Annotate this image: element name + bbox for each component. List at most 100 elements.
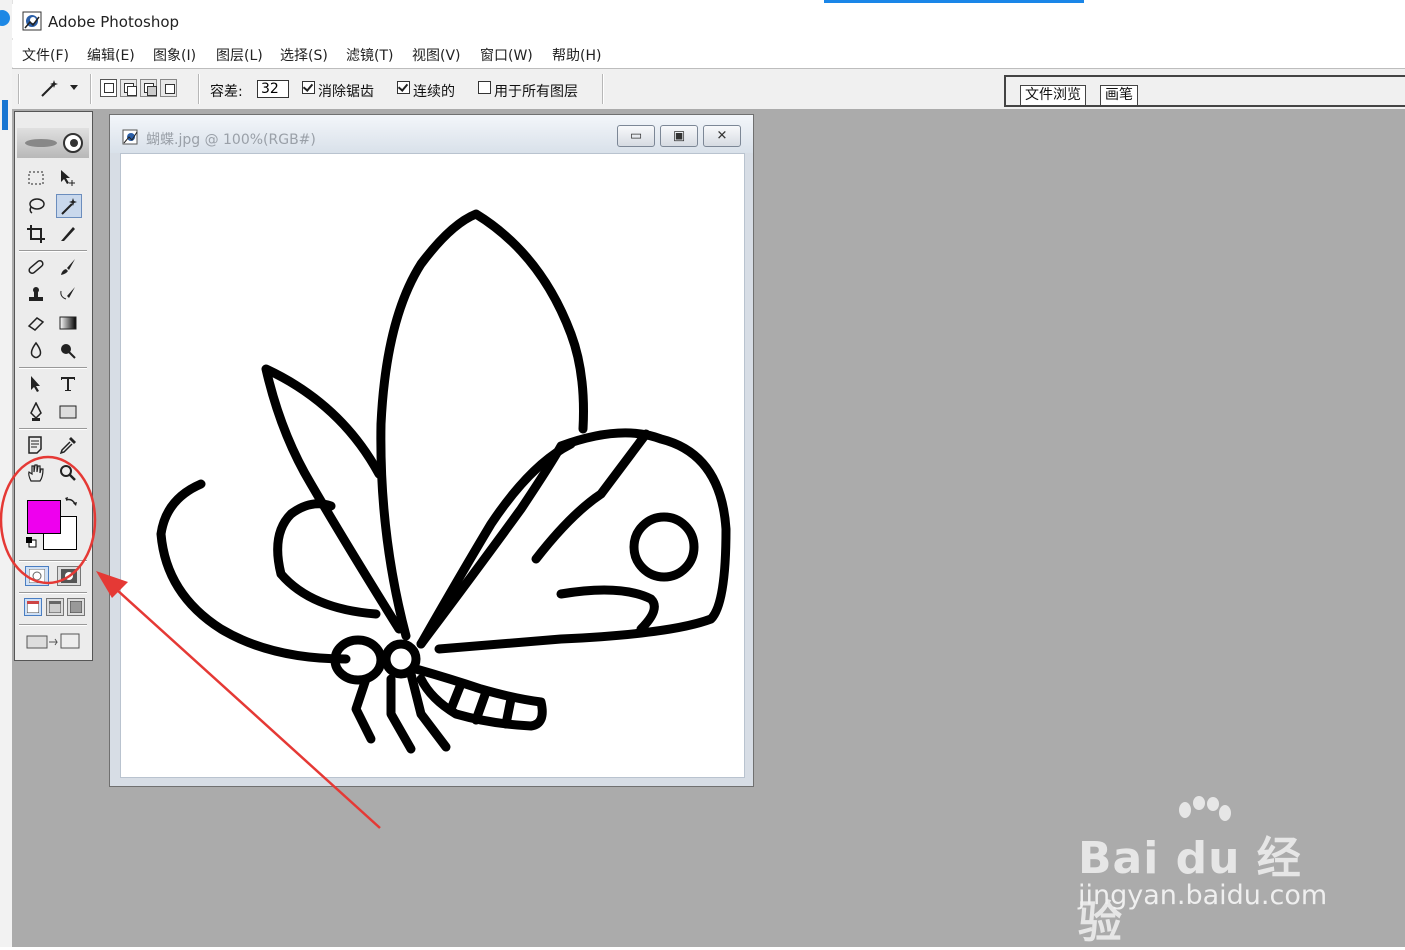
tool-notes[interactable] xyxy=(24,433,50,457)
menu-view[interactable]: 视图(V) xyxy=(412,45,461,65)
tool-eyedropper[interactable] xyxy=(56,433,82,457)
tool-zoom[interactable] xyxy=(56,461,82,485)
toolbox xyxy=(14,111,93,661)
crop-icon xyxy=(27,225,45,243)
document-title-bar[interactable]: 蝴蝶.jpg @ 100%(RGB#) ▭ ▣ ✕ xyxy=(110,115,753,153)
tab-file-browser[interactable]: 文件浏览 xyxy=(1020,85,1086,105)
tool-preset-magic-wand-icon[interactable] xyxy=(38,79,60,99)
contiguous-checkbox[interactable] xyxy=(397,81,410,94)
pen-icon xyxy=(30,402,42,421)
subtract-from-selection-button[interactable] xyxy=(140,79,157,97)
new-selection-button[interactable] xyxy=(100,79,117,97)
screen-mode-standard-button[interactable] xyxy=(24,598,42,616)
tool-dodge[interactable] xyxy=(56,339,82,363)
screen-mode-full-button[interactable] xyxy=(67,598,85,616)
tool-hand[interactable] xyxy=(24,461,50,485)
notes-icon xyxy=(28,436,42,454)
menu-filter[interactable]: 滤镜(T) xyxy=(346,45,393,65)
tool-slice[interactable] xyxy=(56,222,82,246)
toolbox-separator xyxy=(19,250,87,252)
antialias-checkbox[interactable] xyxy=(302,81,315,94)
document-window: 蝴蝶.jpg @ 100%(RGB#) ▭ ▣ ✕ xyxy=(109,114,754,787)
tab-brushes[interactable]: 画笔 xyxy=(1100,85,1138,105)
tool-healing-brush[interactable] xyxy=(24,255,50,279)
tool-move[interactable] xyxy=(56,166,82,190)
tool-brush[interactable] xyxy=(56,255,82,279)
marquee-icon xyxy=(28,171,44,185)
menu-window[interactable]: 窗口(W) xyxy=(480,45,533,65)
tolerance-input[interactable] xyxy=(257,80,289,98)
tool-pen[interactable] xyxy=(24,400,50,424)
image-canvas[interactable] xyxy=(120,153,745,778)
palette-well: 文件浏览 画笔 xyxy=(1004,70,1405,107)
tool-lasso[interactable] xyxy=(24,194,50,218)
intersect-selection-button[interactable] xyxy=(160,79,177,97)
all-layers-checkbox[interactable] xyxy=(478,81,491,94)
menu-help[interactable]: 帮助(H) xyxy=(552,45,601,65)
photoshop-app-icon xyxy=(22,11,42,31)
screen-full-icon xyxy=(70,601,82,613)
app-dock-icon xyxy=(0,10,10,26)
butterfly-drawing xyxy=(156,209,731,754)
close-button[interactable]: ✕ xyxy=(703,125,741,147)
tool-eraser[interactable] xyxy=(24,311,50,335)
all-layers-label: 用于所有图层 xyxy=(494,84,578,100)
maximize-button[interactable]: ▣ xyxy=(660,125,698,147)
toolbox-header[interactable] xyxy=(17,128,89,158)
tool-history-brush[interactable] xyxy=(56,283,82,307)
jump-to-imageready-icon[interactable] xyxy=(25,630,83,652)
watermark-url: jingyan.baidu.com xyxy=(1078,880,1328,911)
eraser-icon xyxy=(27,317,45,331)
quick-mask-mode-button[interactable] xyxy=(57,566,81,586)
document-title: 蝴蝶.jpg @ 100%(RGB#) xyxy=(146,132,316,148)
eyedropper-icon xyxy=(59,437,76,455)
menu-image[interactable]: 图象(I) xyxy=(153,45,196,65)
standard-mode-icon xyxy=(29,569,45,583)
dock-indicator xyxy=(2,100,8,130)
tool-magic-wand[interactable] xyxy=(56,194,82,218)
tool-preset-dropdown-icon[interactable] xyxy=(70,85,78,91)
swap-colors-icon[interactable] xyxy=(64,496,78,510)
menu-edit[interactable]: 编辑(E) xyxy=(87,45,135,65)
maximize-icon: ▣ xyxy=(672,128,686,144)
tool-clone-stamp[interactable] xyxy=(24,283,50,307)
shape-icon xyxy=(59,405,77,419)
toolbox-separator xyxy=(19,428,87,430)
screen-standard-icon xyxy=(27,601,39,613)
default-colors-icon[interactable] xyxy=(25,536,37,548)
toolbox-separator xyxy=(19,367,87,369)
clone-stamp-icon xyxy=(29,287,43,301)
type-icon xyxy=(61,377,75,391)
brush-icon xyxy=(61,259,75,275)
watermark: Bai du 经验 jingyan.baidu.com xyxy=(1078,796,1338,948)
toolbox-separator xyxy=(19,560,87,562)
close-icon: ✕ xyxy=(716,128,728,144)
tool-type[interactable] xyxy=(56,372,82,396)
options-grip xyxy=(18,74,20,104)
gradient-icon xyxy=(59,316,77,330)
menu-layer[interactable]: 图层(L) xyxy=(216,45,263,65)
minimize-button[interactable]: ▭ xyxy=(617,125,655,147)
adobe-online-icon xyxy=(25,133,83,153)
tool-blur[interactable] xyxy=(24,339,50,363)
document-icon xyxy=(122,129,138,145)
menu-file[interactable]: 文件(F) xyxy=(22,45,69,65)
add-to-selection-button[interactable] xyxy=(120,79,137,97)
title-bar: Adobe Photoshop xyxy=(12,4,1405,38)
tool-marquee[interactable] xyxy=(24,166,50,190)
menu-bar: 文件(F) 编辑(E) 图象(I) 图层(L) 选择(S) 滤镜(T) 视图(V… xyxy=(12,40,1405,67)
slice-icon xyxy=(61,227,75,241)
screen-mode-full-menu-button[interactable] xyxy=(46,598,64,616)
tool-path-select[interactable] xyxy=(24,372,50,396)
minimize-icon: ▭ xyxy=(629,128,643,144)
tool-crop[interactable] xyxy=(24,222,50,246)
foreground-color-swatch[interactable] xyxy=(27,500,61,534)
tool-gradient[interactable] xyxy=(56,311,82,335)
move-icon xyxy=(61,170,75,186)
tool-shape[interactable] xyxy=(56,400,82,424)
history-brush-icon xyxy=(60,287,75,300)
menu-select[interactable]: 选择(S) xyxy=(280,45,328,65)
tolerance-label: 容差: xyxy=(210,84,243,100)
toolbox-separator xyxy=(19,624,87,626)
standard-mode-button[interactable] xyxy=(25,566,49,586)
